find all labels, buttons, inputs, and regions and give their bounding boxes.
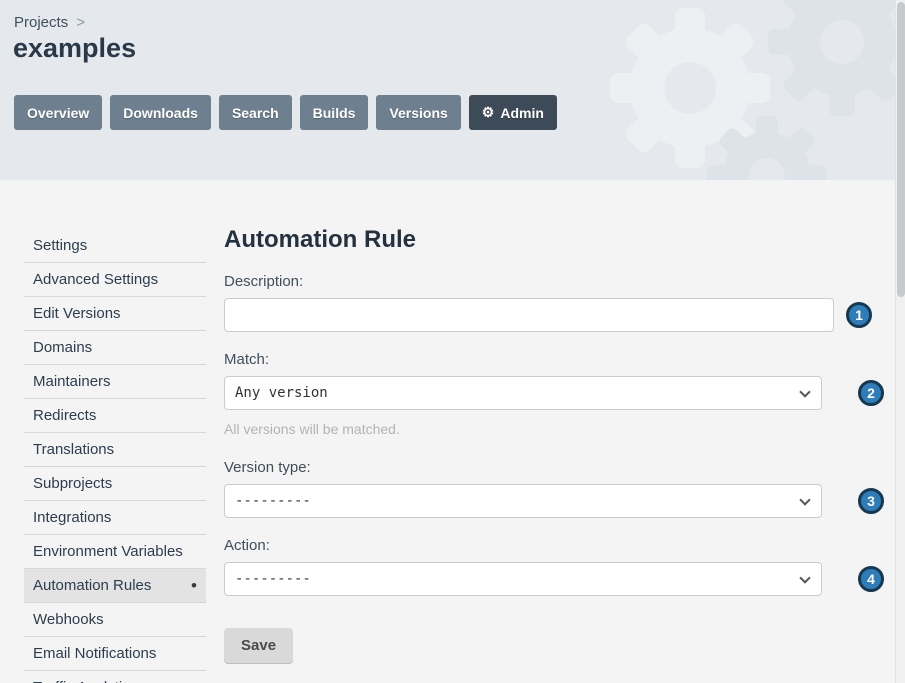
action-field: Action: --------- 4 <box>224 537 884 596</box>
form-heading: Automation Rule <box>224 226 884 254</box>
sidebar-item-webhooks[interactable]: Webhooks <box>24 603 206 637</box>
scrollbar[interactable] <box>895 0 905 683</box>
tab-overview[interactable]: Overview <box>14 95 102 130</box>
sidebar-item-domains[interactable]: Domains <box>24 331 206 365</box>
sidebar-item-email-notifications[interactable]: Email Notifications <box>24 637 206 671</box>
project-nav: Overview Downloads Search Builds Version… <box>14 95 557 130</box>
tab-search[interactable]: Search <box>219 95 292 130</box>
tab-admin[interactable]: ⚙ Admin <box>469 95 557 130</box>
gears-decoration-icon <box>605 0 905 180</box>
version-type-label: Version type: <box>224 459 884 476</box>
match-field: Match: Any version 2 All versions will b… <box>224 351 884 437</box>
tab-builds[interactable]: Builds <box>300 95 369 130</box>
description-field: Description: 1 <box>224 273 884 332</box>
sidebar-item-subprojects[interactable]: Subprojects <box>24 467 206 501</box>
scrollbar-thumb[interactable] <box>897 2 905 297</box>
sidebar-item-traffic-analytics[interactable]: Traffic Analytics <box>24 671 206 683</box>
annotation-badge-2: 2 <box>858 380 884 406</box>
tab-versions[interactable]: Versions <box>376 95 460 130</box>
annotation-badge-3: 3 <box>858 488 884 514</box>
match-select-value: Any version <box>235 385 328 401</box>
sidebar-item-translations[interactable]: Translations <box>24 433 206 467</box>
description-label: Description: <box>224 273 884 290</box>
action-select[interactable]: --------- <box>224 562 822 596</box>
project-header: Projects > examples Overview Downloads S… <box>0 0 905 180</box>
action-select-value: --------- <box>235 571 311 587</box>
match-select[interactable]: Any version <box>224 376 822 410</box>
sidebar-item-automation-rules[interactable]: Automation Rules • <box>24 569 206 603</box>
sidebar-item-environment-variables[interactable]: Environment Variables <box>24 535 206 569</box>
match-help-text: All versions will be matched. <box>224 421 884 437</box>
breadcrumb: Projects > <box>14 14 85 31</box>
action-label: Action: <box>224 537 884 554</box>
content-area: Settings Advanced Settings Edit Versions… <box>0 180 905 683</box>
match-label: Match: <box>224 351 884 368</box>
sidebar-item-advanced-settings[interactable]: Advanced Settings <box>24 263 206 297</box>
version-type-select[interactable]: --------- <box>224 484 822 518</box>
tab-downloads[interactable]: Downloads <box>110 95 211 130</box>
description-input[interactable] <box>224 298 834 332</box>
annotation-badge-4: 4 <box>858 566 884 592</box>
version-type-select-value: --------- <box>235 493 311 509</box>
sidebar-item-integrations[interactable]: Integrations <box>24 501 206 535</box>
chevron-down-icon <box>799 572 810 583</box>
page-title: examples <box>13 33 136 64</box>
gear-icon: ⚙ <box>482 104 495 121</box>
sidebar-item-edit-versions[interactable]: Edit Versions <box>24 297 206 331</box>
chevron-down-icon <box>799 386 810 397</box>
admin-sidebar: Settings Advanced Settings Edit Versions… <box>24 229 206 683</box>
version-type-field: Version type: --------- 3 <box>224 459 884 518</box>
automation-rule-form: Automation Rule Description: 1 Match: An… <box>224 229 884 683</box>
chevron-down-icon <box>799 494 810 505</box>
annotation-badge-1: 1 <box>846 302 872 328</box>
breadcrumb-projects-link[interactable]: Projects <box>14 14 68 31</box>
sidebar-item-settings[interactable]: Settings <box>24 229 206 263</box>
active-dot-icon: • <box>191 581 197 591</box>
sidebar-item-maintainers[interactable]: Maintainers <box>24 365 206 399</box>
breadcrumb-separator: > <box>76 14 85 31</box>
sidebar-item-redirects[interactable]: Redirects <box>24 399 206 433</box>
save-button[interactable]: Save <box>224 628 293 663</box>
